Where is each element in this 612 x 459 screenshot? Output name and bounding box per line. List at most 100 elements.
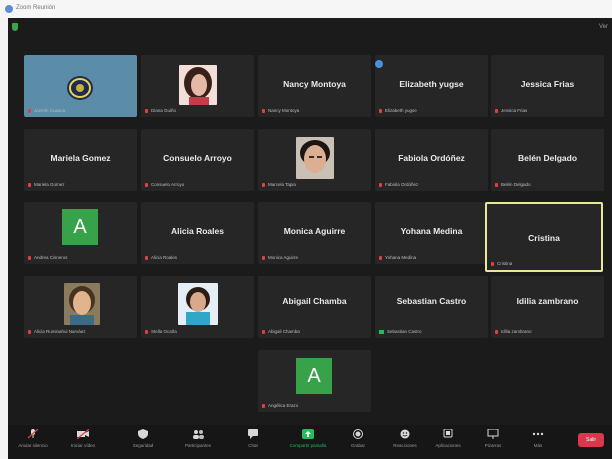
participant-display-name: Alicia Roales: [171, 226, 224, 236]
hand-raise-icon: [375, 60, 383, 68]
muted-mic-icon: [28, 183, 31, 187]
participant-tile[interactable]: Alicia Ruminahui Narváez: [24, 276, 137, 338]
participant-name: Elizabeth yugse: [385, 108, 417, 113]
participants-icon: [193, 430, 204, 439]
participants-button[interactable]: Participantes: [173, 429, 223, 448]
participant-tile[interactable]: Elizabeth yugse Elizabeth yugse: [375, 55, 488, 117]
participant-tile[interactable]: Marcela Tapia: [258, 129, 371, 191]
participant-tile[interactable]: Idilia zambrano Idilia zambrano: [491, 276, 604, 338]
participant-name: Belén Delgado: [501, 182, 531, 187]
video-icon: [77, 429, 89, 439]
participant-tile[interactable]: A Angélica Erazo: [258, 350, 371, 412]
participant-name: Nancy Montoya: [268, 108, 300, 113]
participant-name: Yohana Medina: [385, 255, 417, 260]
active-speaker-tile[interactable]: Cristina Cristina: [485, 202, 603, 272]
more-button[interactable]: Más: [513, 429, 563, 448]
participant-tile[interactable]: Nancy Montoya Nancy Montoya: [258, 55, 371, 117]
participant-tile[interactable]: A Andrea Cisneros: [24, 202, 137, 264]
participant-tile[interactable]: Abigail Chamba Abigail Chamba: [258, 276, 371, 338]
participant-tile[interactable]: Stella Ocaña: [141, 276, 254, 338]
participant-name: Fabiola Ordóñez: [385, 182, 419, 187]
chat-button[interactable]: Chat: [228, 429, 278, 448]
view-button[interactable]: Ver: [599, 24, 608, 30]
mic-icon: [27, 429, 39, 439]
participant-tile[interactable]: Diana Guiño: [141, 55, 254, 117]
security-button[interactable]: Seguridad: [118, 429, 168, 448]
start-video-button[interactable]: Iniciar vídeo: [58, 429, 108, 448]
participant-tile[interactable]: Yohana Medina Yohana Medina: [375, 202, 488, 264]
window-title: Zoom Reunión: [16, 5, 56, 11]
participant-display-name: Nancy Montoya: [283, 79, 346, 89]
apps-button[interactable]: Aplicaciones: [423, 429, 473, 448]
toolbar-label: Pizarras: [484, 443, 502, 448]
participant-tile[interactable]: Consuelo Arroyo Consuelo Arroyo: [141, 129, 254, 191]
unmute-button[interactable]: Anular silencio: [8, 429, 58, 448]
participant-name: Alicia Roales: [151, 255, 178, 260]
muted-mic-icon: [495, 330, 498, 334]
muted-mic-icon: [28, 330, 31, 334]
whiteboard-button[interactable]: Pizarras: [468, 429, 518, 448]
muted-mic-icon: [28, 109, 31, 113]
participant-display-name: Abigail Chamba: [282, 296, 347, 306]
participant-tile[interactable]: Mariela Gomez Mariela Gomez: [24, 129, 137, 191]
participant-name: Cristina: [497, 261, 513, 266]
participant-name: Marcela Tapia: [268, 182, 296, 187]
apps-icon: [443, 429, 453, 438]
participant-name: Jazmín Cuasca: [34, 108, 66, 113]
participant-name: Abigail Chamba: [268, 329, 300, 334]
participant-photo: [178, 283, 218, 325]
participant-tile[interactable]: Jessica Frias Jessica Frias: [491, 55, 604, 117]
muted-mic-icon: [262, 330, 265, 334]
toolbar-label: Iniciar vídeo: [70, 443, 96, 448]
participant-tile[interactable]: Alicia Roales Alicia Roales: [141, 202, 254, 264]
participant-name: Diana Guiño: [151, 108, 177, 113]
reactions-icon: [400, 429, 410, 439]
participant-name: Alicia Ruminahui Narváez: [34, 329, 86, 334]
muted-mic-icon: [262, 109, 265, 113]
muted-mic-icon: [262, 404, 265, 408]
participant-display-name: Mariela Gomez: [50, 153, 111, 163]
share-screen-button[interactable]: Compartir pantalla: [283, 429, 333, 448]
more-icon: [532, 432, 544, 436]
toolbar-label: Chat: [248, 443, 258, 448]
participant-avatar: A: [62, 209, 98, 245]
participant-name: Andrea Cisneros: [34, 255, 68, 260]
muted-mic-icon: [379, 256, 382, 260]
participant-tile[interactable]: Sebastian Castro Sebastian Castro: [375, 276, 488, 338]
participant-name: Mariela Gomez: [34, 182, 65, 187]
participant-name: Sebastian Castro: [387, 329, 422, 334]
security-shield-icon[interactable]: [12, 23, 18, 31]
participant-photo: [64, 283, 100, 325]
participant-tile[interactable]: Jazmín Cuasca: [24, 55, 137, 117]
participant-display-name: Monica Aguirre: [283, 226, 346, 236]
window-titlebar: Zoom Reunión: [0, 0, 612, 18]
participant-photo: [296, 137, 334, 179]
toolbar-label: Compartir pantalla: [289, 443, 327, 448]
muted-mic-icon: [495, 183, 498, 187]
shield-icon: [138, 429, 148, 439]
leave-meeting-button[interactable]: Salir: [578, 433, 604, 447]
muted-mic-icon: [491, 262, 494, 266]
participant-display-name: Jessica Frias: [520, 79, 575, 89]
participant-name: Angélica Erazo: [268, 403, 299, 408]
participant-tile[interactable]: Monica Aguirre Monica Aguirre: [258, 202, 371, 264]
muted-mic-icon: [145, 330, 148, 334]
participant-display-name: Idilia zambrano: [516, 296, 579, 306]
participant-display-name: Elizabeth yugse: [399, 79, 464, 89]
record-button[interactable]: Grabar: [333, 429, 383, 448]
participant-tile[interactable]: Belén Delgado Belén Delgado: [491, 129, 604, 191]
participant-name: Consuelo Arroyo: [151, 182, 185, 187]
participant-avatar: A: [296, 358, 332, 394]
muted-mic-icon: [145, 256, 148, 260]
participant-name: Stella Ocaña: [151, 329, 177, 334]
participant-display-name: Belén Delgado: [517, 153, 578, 163]
participant-name: Monica Aguirre: [268, 255, 299, 260]
toolbar-label: Grabar: [350, 443, 365, 448]
whiteboard-icon: [487, 429, 499, 439]
participant-tile[interactable]: Fabiola Ordóñez Fabiola Ordóñez: [375, 129, 488, 191]
toolbar-label: Más: [533, 443, 543, 448]
participant-name: Idilia zambrano: [501, 329, 532, 334]
muted-mic-icon: [379, 183, 382, 187]
muted-mic-icon: [145, 183, 148, 187]
participant-display-name: Fabiola Ordóñez: [398, 153, 465, 163]
